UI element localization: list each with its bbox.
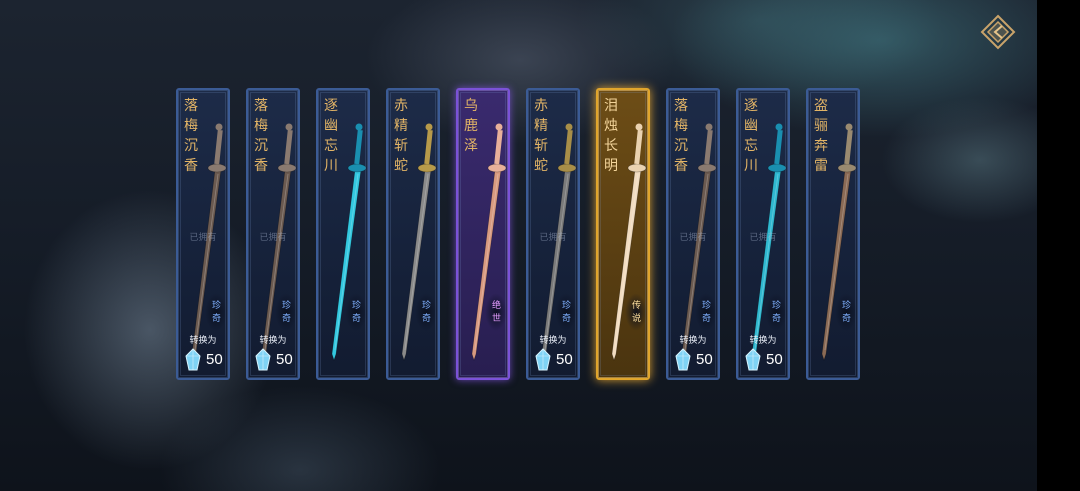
- cost-value: 50: [276, 351, 293, 368]
- rarity-badge: 珍奇: [421, 301, 431, 324]
- conversion-cost: 50: [674, 348, 718, 374]
- sword-name: 泪烛长明: [604, 98, 618, 174]
- rarity-badge: 绝世: [491, 301, 501, 324]
- cost-value: 50: [206, 351, 223, 368]
- owned-label: 已拥有: [749, 233, 777, 243]
- crystal-icon: [535, 348, 551, 371]
- sword-name: 逐幽忘川: [744, 98, 758, 174]
- sword-card[interactable]: 赤精斩蛇已拥有珍奇转换为 50: [526, 88, 580, 380]
- sword-card[interactable]: 逐幽忘川已拥有珍奇转换为 50: [736, 88, 790, 380]
- sword-card[interactable]: 乌鹿泽绝世: [456, 88, 510, 380]
- sword-name: 赤精斩蛇: [534, 98, 548, 174]
- sword-card[interactable]: 逐幽忘川珍奇: [316, 88, 370, 380]
- crystal-icon: [745, 348, 761, 371]
- rarity-badge: 珍奇: [281, 301, 291, 324]
- sword-name: 落梅沉香: [184, 98, 198, 174]
- conversion-cost: 50: [254, 348, 298, 374]
- sword-name: 落梅沉香: [254, 98, 268, 174]
- owned-label: 已拥有: [259, 233, 287, 243]
- cost-value: 50: [696, 351, 713, 368]
- convert-label: 转换为: [749, 336, 777, 346]
- screen-edge-bar: [1037, 0, 1080, 491]
- rarity-badge: 传说: [631, 301, 641, 324]
- sword-name: 乌鹿泽: [464, 98, 478, 154]
- back-diamond-icon[interactable]: [980, 14, 1016, 50]
- conversion-cost: 50: [534, 348, 578, 374]
- owned-label: 已拥有: [679, 233, 707, 243]
- starfield-background: [0, 0, 1037, 491]
- rarity-badge: 珍奇: [351, 301, 361, 324]
- rarity-badge: 珍奇: [211, 301, 221, 324]
- crystal-icon: [675, 348, 691, 371]
- cost-value: 50: [766, 351, 783, 368]
- owned-label: 已拥有: [189, 233, 217, 243]
- rarity-badge: 珍奇: [701, 301, 711, 324]
- sword-name: 落梅沉香: [674, 98, 688, 174]
- rarity-badge: 珍奇: [561, 301, 571, 324]
- convert-label: 转换为: [679, 336, 707, 346]
- sword-card[interactable]: 落梅沉香已拥有珍奇转换为 50: [246, 88, 300, 380]
- owned-label: 已拥有: [539, 233, 567, 243]
- sword-card[interactable]: 赤精斩蛇珍奇: [386, 88, 440, 380]
- sword-card[interactable]: 盗骊奔雷珍奇: [806, 88, 860, 380]
- sword-card[interactable]: 落梅沉香已拥有珍奇转换为 50: [666, 88, 720, 380]
- conversion-cost: 50: [184, 348, 228, 374]
- convert-label: 转换为: [539, 336, 567, 346]
- cost-value: 50: [556, 351, 573, 368]
- sword-card[interactable]: 落梅沉香已拥有珍奇转换为 50: [176, 88, 230, 380]
- sword-name: 赤精斩蛇: [394, 98, 408, 174]
- sword-name: 盗骊奔雷: [814, 98, 828, 174]
- sword-card[interactable]: 泪烛长明传说: [596, 88, 650, 380]
- conversion-cost: 50: [744, 348, 788, 374]
- sword-name: 逐幽忘川: [324, 98, 338, 174]
- rarity-badge: 珍奇: [771, 301, 781, 324]
- crystal-icon: [255, 348, 271, 371]
- convert-label: 转换为: [189, 336, 217, 346]
- rarity-badge: 珍奇: [841, 301, 851, 324]
- crystal-icon: [185, 348, 201, 371]
- convert-label: 转换为: [259, 336, 287, 346]
